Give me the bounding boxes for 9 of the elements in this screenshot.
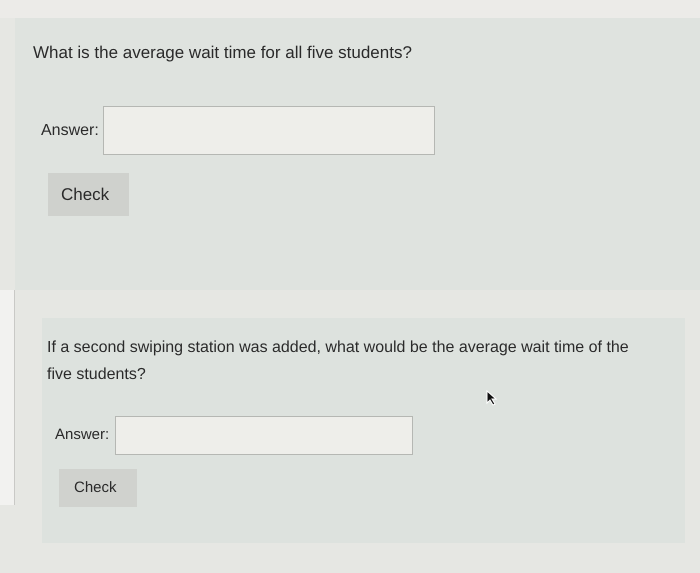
question-text: If a second swiping station was added, what would be the average wait time of the five students? — [47, 338, 630, 385]
answer-field[interactable] — [102, 106, 435, 155]
answer-field[interactable] — [115, 416, 414, 455]
check-button[interactable]: Check — [48, 173, 129, 216]
check-button[interactable]: Check — [59, 469, 137, 507]
answer-label: Answer: — [55, 425, 110, 446]
answer-label: Answer: — [41, 120, 99, 140]
question-text: What is the average wait time for all five students? — [33, 42, 413, 64]
mouse-pointer-icon — [486, 390, 498, 406]
